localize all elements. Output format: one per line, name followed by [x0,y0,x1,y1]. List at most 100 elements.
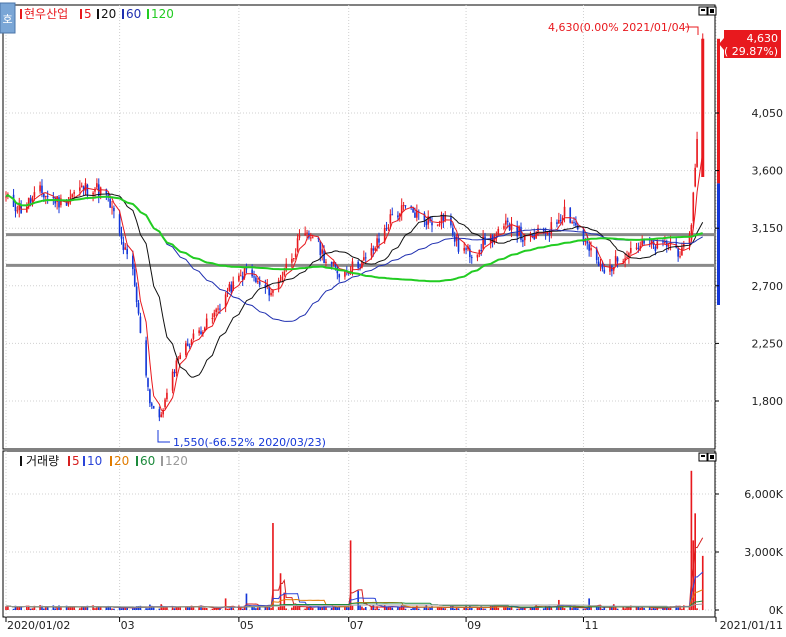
corner-icon[interactable]: 호 [0,2,16,34]
candle-body [253,276,255,278]
volume-bar [211,608,214,610]
volume-bar [52,605,55,610]
candle-body [298,235,301,238]
candle-body [325,261,327,263]
candle-body [120,233,123,239]
candle-body [270,292,272,296]
volume-bar [39,605,41,610]
candle-body [550,222,553,234]
volume-bar [113,608,115,610]
volume-bar [133,608,136,610]
candle-body [92,192,94,195]
current-price: 4,630 [747,32,779,45]
candle-body [696,138,698,167]
candle-body [412,208,414,213]
candle-body [179,355,182,360]
volume-bar [164,607,166,610]
volume-tick-label: 6,000K [744,488,783,501]
legend-ma5[interactable]: 5 [84,7,92,21]
legend-vol5[interactable]: 5 [72,454,80,468]
candle-body [319,240,322,256]
volume-bar [311,608,314,610]
volume-bar [470,608,473,610]
candle-body [215,309,217,313]
volume-bar [270,607,272,610]
candle-body [692,192,695,222]
volume-bar [12,608,15,610]
candle-body [311,237,314,239]
price-panel-controls [698,6,717,16]
candle-body [219,308,221,310]
volume-bar [31,608,34,610]
candle-body [455,236,458,241]
volume-bar [56,607,58,610]
candle-body [662,241,664,243]
candle-body [465,248,467,250]
volume-bar [124,608,127,610]
volume-bar [436,607,439,610]
maximize-icon-bar [701,455,705,457]
volume-bar [44,607,47,610]
volume-bar [429,607,431,610]
candle-body [385,228,388,230]
candle-body [357,261,359,269]
candle-body [135,286,138,303]
volume-bar [681,608,683,610]
candle-body [158,409,161,418]
candle-body [310,237,312,239]
x-tick-label: 11 [584,619,598,632]
legend-stock-name: 현우산업 [24,7,68,21]
candle-body [436,224,439,226]
legend-vol120[interactable]: 120 [165,454,188,468]
candle-body [166,392,168,400]
volume-bar [404,608,407,610]
volume-bar [99,607,102,610]
x-tick-label: 09 [467,619,481,632]
legend-vol60[interactable]: 60 [140,454,155,468]
volume-bar [203,607,206,610]
candle-body [690,225,693,234]
price-tick-label: 4,050 [752,107,784,120]
volume-bar [96,607,98,610]
legend-vol10[interactable]: 10 [87,454,102,468]
volume-bar [291,607,293,610]
candle-body [14,206,17,212]
candle-body [145,340,147,376]
volume-bar [372,605,375,610]
legend-ma120[interactable]: 120 [151,7,174,21]
volume-bar [482,608,484,610]
volume-bar [158,608,161,610]
volume-bar [609,607,611,610]
candle-body [31,197,34,202]
legend-ma60-marker [122,9,124,19]
candle-body [463,247,466,251]
candle-body [614,255,617,266]
candle-body [107,194,110,196]
legend-vol20[interactable]: 20 [114,454,129,468]
legend-vol20-marker [110,456,112,466]
candle-body [84,182,87,191]
candle-body [171,371,174,391]
candle-body [370,248,373,256]
volume-bar [378,608,380,610]
volume-bar [582,608,585,610]
price-tick-label: 3,150 [752,222,784,235]
volume-bar [571,608,573,610]
x-tick-label: 2020/01/02 [7,619,70,632]
candle-body [484,236,486,245]
candle-body [205,318,208,328]
volume-bar [224,598,227,610]
candle-body [497,228,500,235]
legend-ma60[interactable]: 60 [126,7,141,21]
candle-body [330,261,333,264]
legend-ma20[interactable]: 20 [101,7,116,21]
candle-body [217,308,219,310]
volume-bar [614,607,617,610]
candle-body [677,248,679,257]
candle-body [296,238,299,251]
volume-bar [20,607,22,610]
candle-body [73,192,75,194]
candle-body [164,399,166,408]
current-range-bar-up [717,38,720,184]
candle-body [185,343,187,355]
